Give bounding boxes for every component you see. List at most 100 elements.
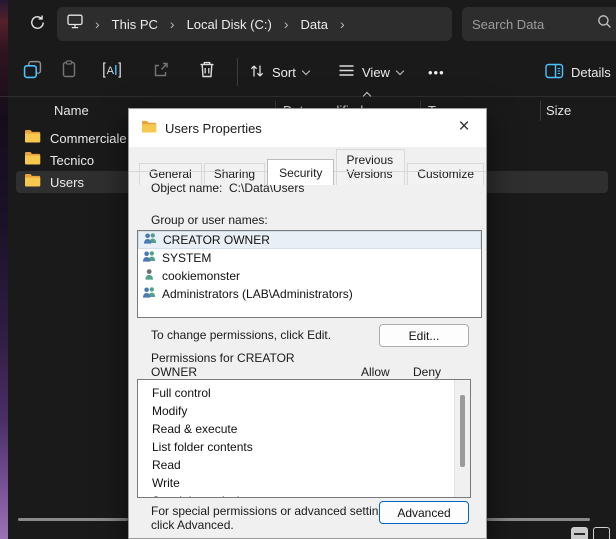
breadcrumb-item-data[interactable]: Data (301, 17, 328, 32)
permission-name: Special permissions (152, 494, 259, 498)
group-user-names-label: Group or user names: (151, 213, 268, 227)
svg-text:A: A (107, 65, 115, 77)
paste-button[interactable] (58, 62, 80, 82)
permission-row[interactable]: Full control (138, 384, 470, 402)
folder-icon (24, 151, 41, 170)
toolbar-separator (237, 58, 238, 86)
horizontal-scrollbar[interactable] (18, 518, 128, 521)
copy-icon (23, 60, 42, 84)
permission-name: Full control (152, 386, 211, 400)
advanced-hint-line2: click Advanced. (151, 518, 234, 532)
details-view-toggle-button[interactable] (571, 527, 588, 539)
ellipsis-icon: ••• (428, 65, 445, 80)
delete-button[interactable] (196, 62, 218, 82)
chevron-right-icon: › (92, 17, 103, 31)
permission-name: Read & execute (152, 422, 237, 436)
sort-menu-button[interactable]: Sort (249, 61, 309, 83)
chevron-down-icon (396, 66, 404, 74)
advanced-button[interactable]: Advanced (379, 501, 469, 524)
folder-icon (141, 120, 157, 136)
details-pane-icon (545, 63, 564, 82)
view-icon (338, 63, 355, 81)
search-input[interactable]: Search Data (472, 17, 597, 32)
group-icon (142, 286, 157, 302)
file-name: Commerciale (50, 131, 127, 146)
permission-name: Read (152, 458, 181, 472)
tab-previous-versions[interactable]: Previous Versions (336, 149, 405, 185)
edit-button-label: Edit... (409, 329, 440, 343)
tab-security[interactable]: Security (267, 159, 334, 185)
permission-row[interactable]: Modify (138, 402, 470, 420)
toolbar-divider (0, 96, 616, 97)
copy-button[interactable] (21, 62, 43, 82)
permission-row[interactable]: Read & execute (138, 420, 470, 438)
permission-name: List folder contents (152, 440, 253, 454)
chevron-right-icon: › (281, 17, 292, 31)
advanced-hint-line1: For special permissions or advanced sett… (151, 504, 394, 518)
details-label: Details (571, 65, 611, 80)
view-label: View (362, 65, 390, 80)
object-name-label: Object name: (151, 181, 222, 195)
breadcrumb[interactable]: › This PC › Local Disk (C:) › Data › (57, 7, 452, 41)
group-icon (143, 232, 158, 248)
details-pane-button[interactable]: Details (545, 61, 611, 83)
permissions-list[interactable]: Full control Modify Read & execute List … (137, 379, 471, 498)
user-name: SYSTEM (162, 251, 211, 265)
permissions-header-line2: OWNER (151, 365, 197, 379)
breadcrumb-item-this-pc[interactable]: This PC (112, 17, 158, 32)
group-user-names-list[interactable]: CREATOR OWNER SYSTEM cookiemonster Admin… (137, 230, 482, 318)
dialog-title-bar[interactable]: Users Properties (129, 109, 486, 147)
sort-label: Sort (272, 65, 296, 80)
tab-customize[interactable]: Customize (407, 163, 484, 185)
share-button[interactable] (150, 62, 172, 82)
chevron-right-icon: › (167, 17, 178, 31)
refresh-icon (29, 14, 46, 36)
rename-icon: A (102, 61, 122, 84)
file-name: Tecnico (50, 153, 94, 168)
search-icon (597, 14, 612, 34)
dialog-tabs: General Sharing Security Previous Versio… (139, 149, 486, 185)
view-menu-button[interactable]: View (338, 61, 403, 83)
trash-icon (198, 60, 216, 84)
command-toolbar: A Sort View •• (0, 48, 616, 96)
column-divider[interactable] (540, 101, 541, 121)
user-name: cookiemonster (162, 269, 240, 283)
share-icon (152, 61, 170, 84)
rename-button[interactable]: A (101, 62, 123, 82)
folder-icon (24, 129, 41, 148)
search-box[interactable]: Search Data (462, 7, 616, 41)
close-icon: × (458, 116, 469, 138)
address-bar: › This PC › Local Disk (C:) › Data › Sea… (0, 0, 616, 48)
refresh-button[interactable] (26, 14, 48, 36)
vertical-scrollbar[interactable] (454, 380, 470, 497)
breadcrumb-item-local-disk[interactable]: Local Disk (C:) (187, 17, 272, 32)
deny-column-header: Deny (413, 365, 441, 379)
group-icon (142, 250, 157, 266)
list-item-creator-owner[interactable]: CREATOR OWNER (138, 231, 481, 249)
list-item-cookiemonster[interactable]: cookiemonster (138, 267, 481, 285)
permission-name: Write (152, 476, 180, 490)
list-item-system[interactable]: SYSTEM (138, 249, 481, 267)
permission-row[interactable]: List folder contents (138, 438, 470, 456)
file-name: Users (50, 175, 84, 190)
permission-row[interactable]: Write (138, 474, 470, 492)
allow-column-header: Allow (361, 365, 390, 379)
list-item-administrators[interactable]: Administrators (LAB\Administrators) (138, 285, 481, 303)
folder-icon (24, 173, 41, 192)
permission-row[interactable]: Special permissions (138, 492, 470, 498)
edit-button[interactable]: Edit... (379, 324, 469, 347)
user-name: CREATOR OWNER (163, 233, 270, 247)
thumbnail-view-toggle-button[interactable] (593, 527, 610, 539)
scrollbar-thumb[interactable] (460, 395, 465, 467)
close-button[interactable]: × (450, 113, 478, 141)
permission-row[interactable]: Read (138, 456, 470, 474)
this-pc-icon (67, 14, 83, 34)
horizontal-scrollbar[interactable] (487, 518, 590, 521)
more-options-button[interactable]: ••• (428, 61, 445, 83)
users-properties-dialog: Users Properties × General Sharing Secur… (128, 108, 487, 539)
dialog-title: Users Properties (165, 121, 262, 136)
user-icon (142, 268, 157, 284)
sort-icon (249, 63, 265, 82)
column-header-size[interactable]: Size (546, 103, 571, 118)
column-header-name[interactable]: Name (54, 103, 89, 118)
